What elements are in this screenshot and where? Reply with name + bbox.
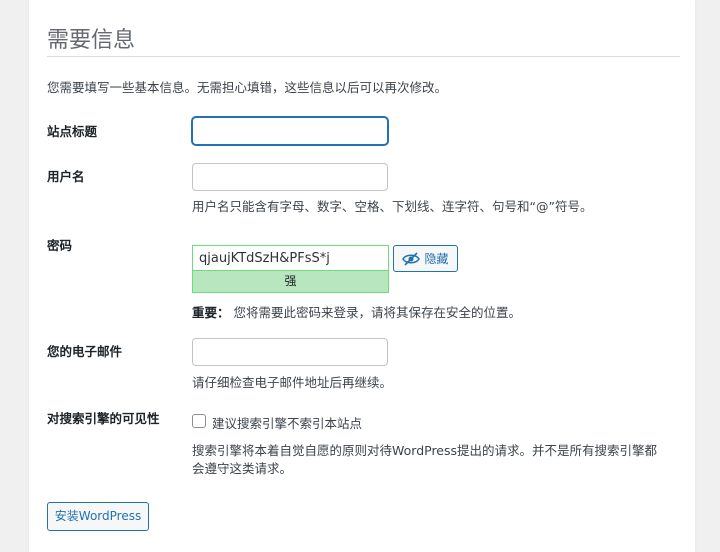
- password-label: 密码: [47, 238, 73, 253]
- password-field-group: 强: [192, 245, 389, 293]
- install-wordpress-button[interactable]: 安装WordPress: [47, 502, 149, 531]
- username-hint: 用户名只能含有字母、数字、空格、下划线、连字符、句号和“@”符号。: [192, 199, 593, 214]
- site-title-label: 站点标题: [47, 124, 98, 139]
- important-text: 您将需要此密码来登录，请将其保存在安全的位置。: [233, 305, 522, 320]
- heading-divider: [47, 56, 680, 57]
- site-title-input[interactable]: [192, 117, 388, 145]
- visibility-label: 对搜索引擎的可见性: [47, 411, 160, 426]
- noindex-checkbox[interactable]: [192, 414, 206, 428]
- password-input[interactable]: [193, 246, 388, 271]
- important-label: 重要：: [192, 305, 230, 320]
- password-important-note: 重要： 您将需要此密码来登录，请将其保存在安全的位置。: [192, 302, 521, 321]
- username-label: 用户名: [47, 169, 85, 184]
- hide-password-label: 隐藏: [424, 252, 449, 266]
- visibility-hint-line2: 会遵守这类请求。: [192, 461, 293, 476]
- page-title: 需要信息: [47, 28, 136, 53]
- email-hint: 请仔细检查电子邮件地址后再继续。: [192, 375, 393, 390]
- visibility-hint-line1: 搜索引擎将本着自觉自愿的原则对待WordPress提出的请求。并不是所有搜索引擎…: [192, 443, 658, 458]
- email-label: 您的电子邮件: [47, 344, 123, 359]
- hide-password-button[interactable]: 隐藏: [393, 245, 458, 272]
- eye-slash-icon: [402, 251, 421, 266]
- intro-text: 您需要填写一些基本信息。无需担心填错，这些信息以后可以再次修改。: [47, 80, 448, 95]
- email-input[interactable]: [192, 338, 388, 366]
- password-strength-indicator: 强: [193, 271, 388, 292]
- noindex-checkbox-label[interactable]: 建议搜索引擎不索引本站点: [212, 413, 362, 432]
- username-input[interactable]: [192, 163, 388, 191]
